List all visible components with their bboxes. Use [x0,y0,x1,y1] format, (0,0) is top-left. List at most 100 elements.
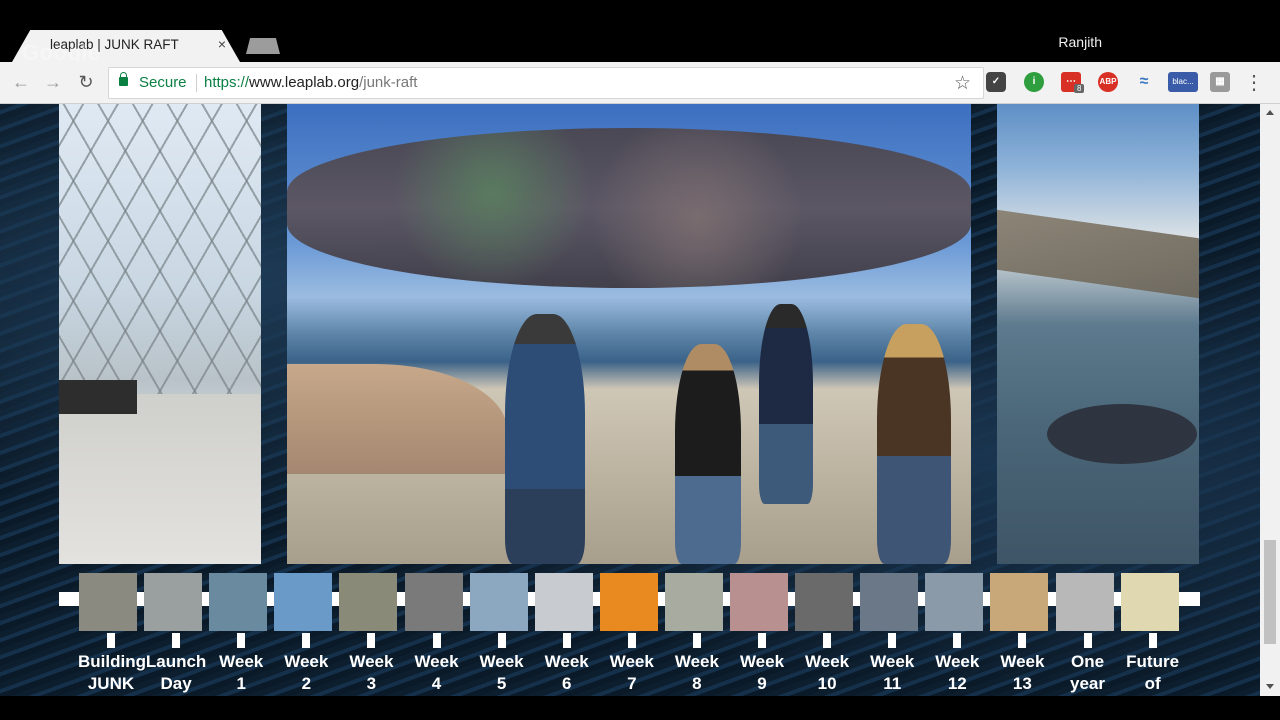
timeline-tick [1018,633,1027,648]
timeline-label-line-1: Week [805,652,850,671]
timeline-label[interactable]: Week 2 [273,651,339,695]
timeline-label-line-2: 3 [366,674,377,693]
timeline-thumbnail[interactable] [925,573,984,631]
timeline-thumbnail[interactable] [144,573,203,631]
chrome-menu-icon[interactable]: ⋮ [1244,70,1264,95]
timeline-tick [1148,633,1157,648]
blackboard-icon[interactable]: blac... [1168,72,1198,92]
profile-name[interactable]: Ranjith [1058,34,1102,50]
url-text[interactable]: https://www.leaplab.org/junk-raft [204,74,417,91]
timeline-label-line-1: Building [78,652,146,671]
timeline-label[interactable]: Future of [1120,651,1186,695]
timeline-tick [1083,633,1092,648]
timeline-label-line-1: Week [544,652,589,671]
timeline-label[interactable]: Launch Day [143,651,209,695]
timeline-thumbnail[interactable] [469,573,528,631]
pocket-icon[interactable]: ✓ [986,72,1006,92]
timeline-label[interactable]: Week 7 [599,651,665,695]
timeline-thumbnail[interactable] [730,573,788,631]
timeline-thumbnail[interactable] [404,573,463,631]
puzzle-icon[interactable]: ▦ [1210,72,1230,92]
timeline-thumbnail[interactable] [795,573,854,631]
timeline-thumbnail[interactable] [1055,573,1114,631]
timeline-label-line-1: Week [414,652,459,671]
adblock-icon[interactable]: ABP [1098,72,1118,92]
timeline-thumbnail[interactable] [664,573,723,631]
timeline-tick [497,633,506,648]
timeline-label-line-1: Launch [145,652,207,671]
page-scrollbar[interactable] [1260,104,1280,696]
timeline-thumbnail[interactable] [599,573,658,631]
close-tab-icon[interactable]: × [218,36,226,52]
timeline-tick [953,633,962,648]
timeline-label-line-1: One [1070,652,1105,671]
timeline-label[interactable]: Week 13 [989,651,1055,695]
new-tab-button[interactable] [246,38,280,54]
timeline-label[interactable]: Week 10 [794,651,860,695]
timeline-label-line-1: Week [284,652,329,671]
dome-lattice [59,104,261,394]
forward-arrow-icon[interactable]: → [42,71,64,93]
person-3-shape [759,304,813,504]
lock-icon[interactable] [119,72,128,86]
net-bundle-shape [287,128,971,288]
timeline-label-line-2: 7 [627,674,637,693]
timeline-label[interactable]: Building JUNK [78,651,146,695]
secure-label[interactable]: Secure [139,74,187,91]
timeline-label[interactable]: Week 1 [208,651,274,695]
timeline-label[interactable]: Week 4 [404,651,470,695]
timeline-label[interactable]: Week 8 [664,651,730,695]
person-4-shape [877,324,951,564]
timeline-thumbnail[interactable] [209,573,268,631]
timeline-tick [627,633,636,648]
timeline-label-line-1: Week [935,652,980,671]
timeline-thumbnail[interactable] [274,573,333,631]
timeline-label[interactable]: One year [1055,651,1121,695]
back-arrow-icon[interactable]: ← [10,71,32,93]
timeline-thumbnail[interactable] [990,573,1049,631]
timeline-thumbnail[interactable] [1120,573,1179,631]
timeline-label[interactable]: Week 6 [534,651,600,695]
dome-bench [59,380,137,414]
divider [196,74,197,92]
dome-interior-photo[interactable] [59,104,261,564]
timeline-label-line-2: JUNK [87,674,135,693]
window-bottom-edge [0,696,1280,720]
timeline-label-line-1: Week [739,652,785,671]
timeline-label-line-2: 9 [757,674,767,693]
scroll-down-icon[interactable] [1266,684,1274,689]
timeline-label-line-2: 4 [431,674,442,693]
scrollbar-thumb[interactable] [1264,540,1276,644]
timeline-label[interactable]: Week 9 [729,651,795,695]
timeline-tick [107,633,115,648]
harbor-dock-photo[interactable] [997,104,1199,564]
bookmark-star-icon[interactable]: ☆ [954,72,971,95]
timeline-tick [692,633,701,648]
timeline-thumbnail[interactable] [79,573,137,631]
timeline-tick [302,633,311,648]
timeline-label-line-2: 13 [1012,674,1032,693]
timeline-thumbnail[interactable] [534,573,593,631]
browser-titlebar: leaplab | JUNK RAFT × Google Ranjith [0,0,1280,65]
scroll-up-icon[interactable] [1266,110,1274,115]
timeline-tick [432,633,441,648]
timeline-thumbnail[interactable] [860,573,919,631]
timeline-label[interactable]: Week 3 [338,651,404,695]
timeline-label-line-2: of [1144,674,1161,693]
timeline-label[interactable]: Week 12 [924,651,990,695]
address-bar[interactable]: Secure https://www.leaplab.org/junk-raft… [108,67,984,99]
timeline-tick [562,633,571,648]
wave-icon[interactable]: ≈ [1134,72,1154,92]
timeline-label-line-1: Week [349,652,394,671]
timeline-label-line-2: 11 [883,674,902,693]
i-extension-icon[interactable]: i [1024,72,1044,92]
timeline-label[interactable]: Week 5 [469,651,535,695]
timeline-label-line-1: Week [674,652,719,671]
raft-shape [1047,404,1197,464]
reload-icon[interactable]: ↻ [75,71,97,93]
timeline-label[interactable]: Week 11 [859,651,925,695]
timeline-label-line-2: 1 [236,674,246,693]
timeline-thumbnail[interactable] [339,573,398,631]
timeline-label-line-1: Week [479,652,524,671]
carrying-raft-photo[interactable] [287,104,971,564]
